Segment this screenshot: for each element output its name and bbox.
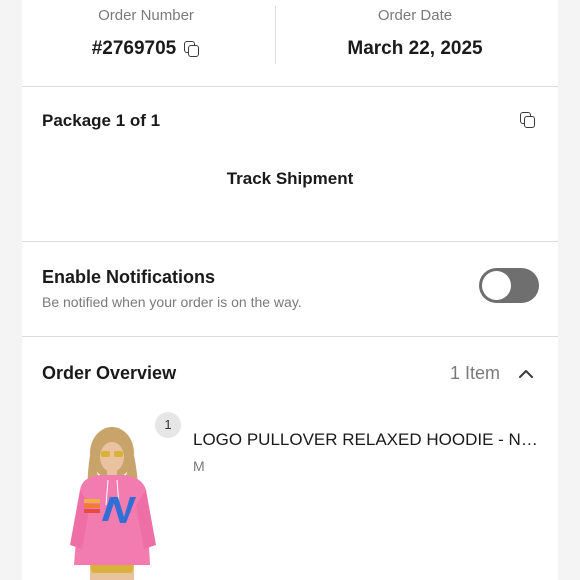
order-date-value: March 22, 2025 bbox=[347, 38, 483, 59]
product-name[interactable]: LOGO PULLOVER RELAXED HOODIE - NEON PINK bbox=[193, 430, 543, 450]
toggle-knob bbox=[482, 271, 511, 300]
order-date-section: Order Date March 22, 2025 bbox=[290, 0, 558, 86]
product-image bbox=[70, 427, 156, 580]
notifications-subtitle: Be notified when your order is on the wa… bbox=[42, 294, 302, 310]
order-info-card: Order Number #2769705 Order Date March 2… bbox=[22, 0, 558, 86]
item-count: 1 Item bbox=[450, 363, 501, 383]
order-number-label: Order Number bbox=[98, 7, 194, 24]
track-shipment-button[interactable]: Track Shipment bbox=[22, 169, 558, 189]
notifications-title: Enable Notifications bbox=[42, 267, 216, 287]
order-overview-card: Order Overview 1 Item 1 LOGO PULLOVER RE… bbox=[22, 337, 558, 580]
notifications-toggle[interactable] bbox=[479, 268, 539, 303]
notifications-card: Enable Notifications Be notified when yo… bbox=[22, 242, 558, 336]
product-size: M bbox=[193, 458, 205, 474]
quantity-badge: 1 bbox=[155, 412, 181, 438]
order-number-value: #2769705 bbox=[91, 38, 177, 59]
copy-icon[interactable] bbox=[184, 40, 200, 58]
order-overview-title: Order Overview bbox=[42, 363, 177, 383]
column-divider bbox=[275, 6, 276, 64]
copy-icon[interactable] bbox=[520, 112, 536, 129]
order-number-section: Order Number #2769705 bbox=[22, 0, 290, 86]
chevron-up-icon[interactable] bbox=[519, 367, 533, 381]
order-date-label: Order Date bbox=[377, 7, 453, 24]
package-title: Package 1 of 1 bbox=[42, 111, 161, 130]
package-card: Package 1 of 1 Track Shipment bbox=[22, 87, 558, 241]
order-number-row: #2769705 bbox=[92, 38, 201, 60]
